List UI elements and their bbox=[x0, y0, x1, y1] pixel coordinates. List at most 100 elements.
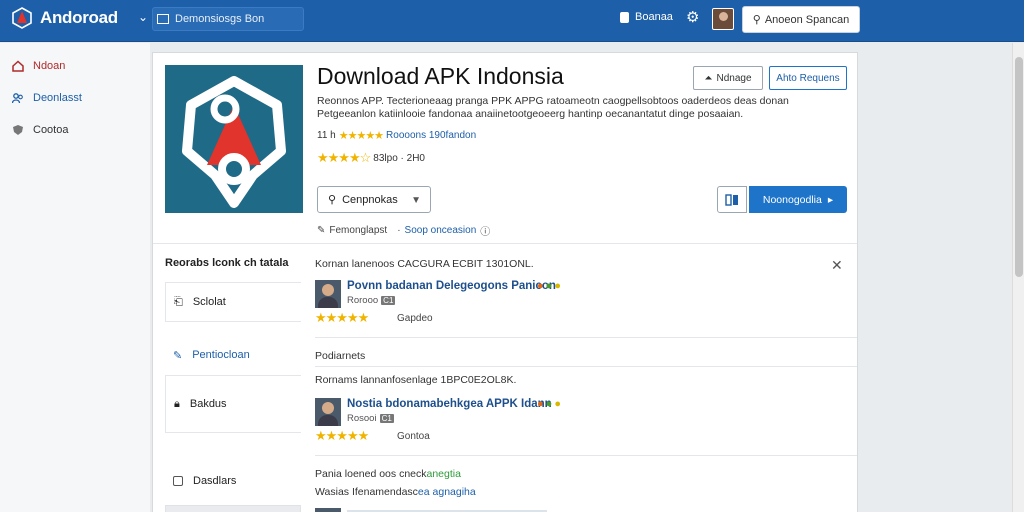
section-divider bbox=[153, 243, 857, 244]
reviewer-name[interactable]: Povnn badanan Delegeogons Panicon bbox=[347, 280, 556, 292]
subnav-item-permission[interactable]: ✎ Pentiocloan bbox=[165, 335, 301, 375]
review-heading: Rornams lannanfosenlage 1BPC0E2OL8K. bbox=[315, 374, 517, 386]
grid-icon bbox=[157, 14, 169, 24]
reaction-icons: ● ● ● bbox=[537, 280, 561, 292]
account-icon bbox=[620, 11, 629, 23]
review-heading: Pania loened oos cneckanegtia bbox=[315, 468, 461, 480]
review-divider bbox=[315, 337, 857, 338]
sidebar-item-label: Deonlasst bbox=[33, 92, 82, 104]
shield-icon bbox=[13, 125, 23, 135]
logo-icon bbox=[12, 7, 32, 29]
app-description: Reonnos APP. Tecterioneaag pranga PPK AP… bbox=[317, 95, 789, 120]
review-heading-text: Wasias Ifenamendasc bbox=[315, 486, 418, 498]
top-action-button[interactable]: ⚲ Anoeon Spancan bbox=[742, 6, 860, 33]
reviewer-avatar bbox=[315, 280, 341, 308]
page-title: Download APK Indonsia bbox=[317, 63, 564, 89]
save-button[interactable]: ⏶ Ndnage bbox=[693, 66, 763, 90]
review-divider bbox=[315, 366, 857, 367]
review-stars: ★★★★★ bbox=[315, 310, 369, 325]
reviewer-meta-text: Rorooo bbox=[347, 295, 379, 306]
sidebar-item-downloads[interactable]: Deonlasst bbox=[12, 92, 82, 104]
dropdown-label: Cenpnokas bbox=[342, 193, 398, 206]
close-icon[interactable]: ✕ bbox=[831, 257, 843, 274]
app-logo-icon bbox=[182, 76, 286, 208]
review-heading-highlight[interactable]: ea agnagiha bbox=[418, 486, 476, 498]
review-item: Povnn badanan Delegeogons Panicon ● ● ● Ro… bbox=[315, 280, 845, 330]
lock-icon: 🔒︎ bbox=[174, 397, 180, 410]
search-input[interactable] bbox=[175, 13, 275, 25]
subnav-item-bakdus[interactable]: 🔒︎ Bakdus bbox=[165, 375, 301, 433]
components-dropdown[interactable]: ⚲ Cenpnokas ▼ bbox=[317, 186, 431, 213]
dot-separator: · bbox=[397, 225, 401, 236]
reviewer-meta-text: Rosooi bbox=[347, 413, 377, 424]
subnav-item-label: Dasdlars bbox=[193, 475, 237, 487]
review-count: Gapdeo bbox=[397, 313, 433, 324]
search-icon: ⚲ bbox=[328, 194, 337, 206]
people-icon bbox=[12, 93, 23, 104]
subnav-item-label: Pentiocloan bbox=[192, 349, 250, 361]
edit-icon: ✎ bbox=[173, 349, 183, 362]
review-heading: Kornan lanenoos CACGURA ECBIT 1301ONL. bbox=[315, 258, 534, 270]
review-divider bbox=[315, 455, 857, 456]
crumb-link[interactable]: Soop onceasion bbox=[405, 225, 477, 236]
save-label: Ndnage bbox=[716, 72, 752, 84]
review-heading-highlight[interactable]: anegtia bbox=[427, 468, 461, 480]
sidebar-item-label: Cootoa bbox=[33, 124, 69, 136]
chevron-down-icon: ▼ bbox=[411, 195, 421, 206]
report-label: Ahto Requens bbox=[776, 72, 840, 84]
left-nav: Ndoan Deonlasst Cootoa bbox=[0, 43, 150, 512]
scrollbar-thumb[interactable] bbox=[1015, 57, 1023, 277]
gear-icon[interactable]: ⚙ bbox=[686, 8, 699, 26]
download-button[interactable]: Noonogodlia ▸ bbox=[749, 186, 847, 213]
app-icon bbox=[165, 65, 303, 213]
checkbox-icon bbox=[173, 476, 183, 486]
app-card: Download APK Indonsia ⏶ Ndnage Ahto Requ… bbox=[152, 52, 858, 512]
subnav-item-scholar[interactable]: ⎗ Sclolat bbox=[165, 282, 301, 322]
review-heading: Wasias Ifenamendascea agnagiha bbox=[315, 486, 476, 498]
scrollbar[interactable] bbox=[1012, 43, 1024, 512]
subnav-item-dasdlars[interactable]: Dasdlars bbox=[165, 461, 301, 501]
review-stars: ★★★★★ bbox=[315, 428, 369, 443]
reviewer-tag: C1 bbox=[381, 296, 396, 305]
reaction-icons: ● ● ● bbox=[537, 398, 561, 410]
breadcrumb: ✎ Femonglapst · Soop onceasion ⓘ bbox=[317, 223, 490, 238]
report-button[interactable]: Ahto Requens bbox=[769, 66, 847, 90]
download-label: Noonogodlia bbox=[762, 193, 822, 206]
app-rating-row: ★★★★☆ 83lpo · 2H0 bbox=[317, 150, 425, 166]
user-name: Boanaa bbox=[635, 11, 673, 23]
device-button[interactable] bbox=[717, 186, 747, 213]
review-heading: Podiarnets bbox=[315, 350, 366, 362]
chevron-down-icon[interactable]: ⌄ bbox=[138, 10, 148, 24]
rating-stars: ★★★★★ bbox=[338, 130, 384, 142]
meta-prefix: 11 h bbox=[317, 130, 336, 141]
sidebar-item-home[interactable]: Ndoan bbox=[12, 60, 65, 72]
user-menu[interactable]: Boanaa bbox=[620, 11, 673, 23]
device-icon bbox=[725, 193, 738, 206]
bookmark-icon: ⏶ bbox=[704, 72, 713, 84]
reviews-link[interactable]: Roooons 190fandon bbox=[386, 130, 476, 141]
subnav-item-label: Sclolat bbox=[192, 296, 226, 308]
reviewer-name[interactable]: Nostia bdonamabehkgea APPK Idann bbox=[347, 398, 552, 410]
thumb-icon: ⎗ bbox=[174, 295, 183, 308]
rating-stars: ★★★★☆ bbox=[317, 150, 371, 165]
reviewer-avatar bbox=[315, 508, 341, 512]
sidebar-item-security[interactable]: Cootoa bbox=[12, 124, 68, 136]
reviewer-meta: Rosooi C1 bbox=[347, 413, 394, 424]
reviewer-meta: Rorooo C1 bbox=[347, 295, 396, 306]
reviewer-avatar bbox=[315, 398, 341, 426]
logo-text[interactable]: Andoroad bbox=[40, 8, 118, 28]
reviewer-tag: C1 bbox=[379, 414, 394, 423]
sidebar-item-label: Ndoan bbox=[33, 60, 66, 72]
home-icon bbox=[12, 60, 24, 72]
review-count: Gontoa bbox=[397, 431, 430, 442]
info-icon: ⓘ bbox=[480, 227, 491, 238]
top-action-label: Anoeon Spancan bbox=[764, 13, 850, 26]
pencil-icon: ✎ bbox=[317, 225, 326, 236]
subnav-item-placeholder bbox=[165, 505, 301, 512]
app-meta-row: 11 h ★★★★★ Roooons 190fandon bbox=[317, 129, 476, 142]
crumb-text: Femonglapst bbox=[329, 225, 388, 236]
avatar[interactable] bbox=[712, 8, 734, 30]
search-box[interactable] bbox=[152, 7, 304, 31]
arrow-right-icon: ▸ bbox=[827, 193, 834, 206]
key-icon: ⚲ bbox=[752, 14, 761, 26]
